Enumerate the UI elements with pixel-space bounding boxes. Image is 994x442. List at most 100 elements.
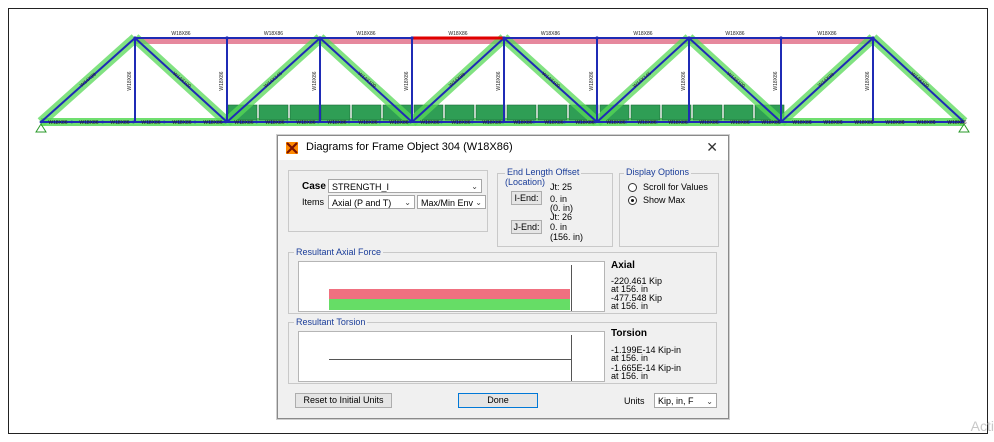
bottom-chord-force-block	[351, 104, 382, 121]
joint-node	[162, 120, 166, 124]
vertical-member-label: W18X86	[312, 71, 318, 90]
bottom-chord-force-block	[630, 104, 661, 121]
bottom-chord-force-block	[475, 104, 506, 121]
bottom-chord-label: W18X86	[48, 120, 67, 126]
vertical-member-label: W18X86	[773, 71, 779, 90]
bottom-chord-label: W18X86	[79, 120, 98, 126]
bottom-chord-label: W18X86	[451, 120, 470, 126]
bottom-chord-label: W18X86	[327, 120, 346, 126]
envelope-select-value: Max/Min Env	[421, 198, 474, 208]
bottom-chord-label: W18X86	[141, 120, 160, 126]
joint-node	[563, 120, 566, 124]
torsion-group-title: Resultant Torsion	[294, 317, 368, 327]
joint-node	[318, 36, 322, 40]
bottom-chord-label: W18X86	[668, 120, 687, 126]
chevron-down-icon: ⌄	[475, 198, 482, 207]
case-select[interactable]: STRENGTH_I ⌄	[328, 179, 482, 193]
j-end-button[interactable]: J-End:	[511, 220, 542, 234]
vertical-member-label: W18X86	[589, 71, 595, 90]
bottom-chord-label: W18X86	[234, 120, 253, 126]
envelope-select[interactable]: Max/Min Env ⌄	[417, 195, 486, 209]
joint-node	[595, 36, 599, 40]
torsion-max-location: at 156. in	[611, 353, 649, 363]
joint-node	[286, 120, 289, 124]
vertical-member-label: W18X86	[219, 71, 225, 90]
axial-tension-bar	[329, 289, 570, 299]
bottom-chord-label: W18X86	[482, 120, 501, 126]
bottom-chord-label: W18X86	[172, 120, 191, 126]
joint-node	[409, 120, 412, 124]
end-offset-subtitle: (Location)	[505, 177, 546, 187]
frame-diagram-dialog[interactable]: Diagrams for Frame Object 304 (W18X86) ✕…	[277, 135, 729, 419]
bottom-chord-label: W18X86	[823, 120, 842, 126]
case-label: Case	[302, 181, 326, 192]
chevron-down-icon: ⌄	[706, 397, 713, 406]
vertical-member-label: W18X86	[496, 71, 502, 90]
reset-units-button[interactable]: Reset to Initial Units	[295, 393, 392, 408]
scroll-for-values-label[interactable]: Scroll for Values	[643, 182, 708, 192]
bottom-chord-label: W18X86	[389, 120, 408, 126]
bottom-chord-label: W18X86	[544, 120, 563, 126]
joint-node	[470, 120, 474, 124]
top-chord-label: W18X86	[541, 31, 560, 37]
joint-node	[70, 120, 74, 124]
joint-node	[101, 120, 104, 124]
axial-diagram[interactable]	[298, 261, 605, 312]
bottom-chord-force-block	[692, 104, 723, 121]
bottom-chord-label: W18X86	[110, 120, 129, 126]
top-chord-label: W18X86	[356, 31, 375, 37]
units-select-value: Kip, in, F	[658, 396, 694, 406]
end-offset-title: End Length Offset	[505, 167, 582, 177]
bottom-chord-label: W18X86	[203, 120, 222, 126]
axial-compression-bar	[329, 299, 570, 310]
axial-heading: Axial	[611, 260, 635, 271]
bottom-chord-force-block	[320, 104, 351, 121]
joint-node	[532, 120, 536, 124]
bottom-chord-force-block	[289, 104, 320, 121]
joint-node	[501, 120, 505, 124]
bottom-chord-force-block	[444, 104, 475, 121]
torsion-min-location: at 156. in	[611, 371, 649, 381]
top-chord-label: W18X86	[633, 31, 652, 37]
joint-node	[193, 120, 197, 124]
dialog-titlebar[interactable]: Diagrams for Frame Object 304 (W18X86) ✕	[278, 136, 728, 160]
axial-min-location: at 156. in	[611, 301, 649, 311]
done-button[interactable]: Done	[458, 393, 538, 408]
app-icon	[286, 142, 298, 154]
joint-node	[132, 120, 135, 124]
j-end-offset-value: 0. in	[550, 222, 568, 232]
joint-node	[316, 120, 320, 124]
joint-node	[133, 36, 137, 40]
torsion-end-line	[571, 335, 572, 381]
vertical-member-label: W18X86	[681, 71, 687, 90]
joint-node	[224, 120, 228, 124]
top-chord-label: W18X86	[448, 31, 467, 37]
torsion-heading: Torsion	[611, 328, 647, 339]
torsion-diagram[interactable]	[298, 331, 605, 382]
top-chord-label: W18X86	[171, 31, 190, 37]
bottom-chord-force-block	[537, 104, 568, 121]
axial-end-line	[571, 265, 572, 311]
chevron-down-icon: ⌄	[404, 198, 411, 207]
joint-node	[687, 36, 691, 40]
j-end-location: (156. in)	[550, 232, 584, 242]
show-max-radio[interactable]	[628, 196, 637, 205]
torsion-zero-line	[329, 359, 571, 360]
i-end-button[interactable]: I-End:	[511, 191, 542, 205]
bottom-chord-label: W18X86	[265, 120, 284, 126]
bottom-chord-label: W18X86	[513, 120, 532, 126]
activation-watermark: Acti	[970, 418, 994, 434]
chevron-down-icon: ⌄	[471, 182, 478, 191]
vertical-member-label: W18X86	[404, 71, 410, 90]
items-select[interactable]: Axial (P and T) ⌄	[328, 195, 415, 209]
scroll-for-values-radio[interactable]	[628, 183, 637, 192]
bottom-chord-label: W18X86	[358, 120, 377, 126]
joint-node	[378, 120, 382, 124]
joint-node	[347, 120, 351, 124]
joint-node	[225, 36, 229, 40]
close-icon[interactable]: ✕	[706, 139, 718, 156]
units-select[interactable]: Kip, in, F ⌄	[654, 393, 717, 408]
show-max-label[interactable]: Show Max	[643, 195, 685, 205]
axial-group-title: Resultant Axial Force	[294, 247, 384, 257]
bottom-chord-label: W18X86	[575, 120, 594, 126]
